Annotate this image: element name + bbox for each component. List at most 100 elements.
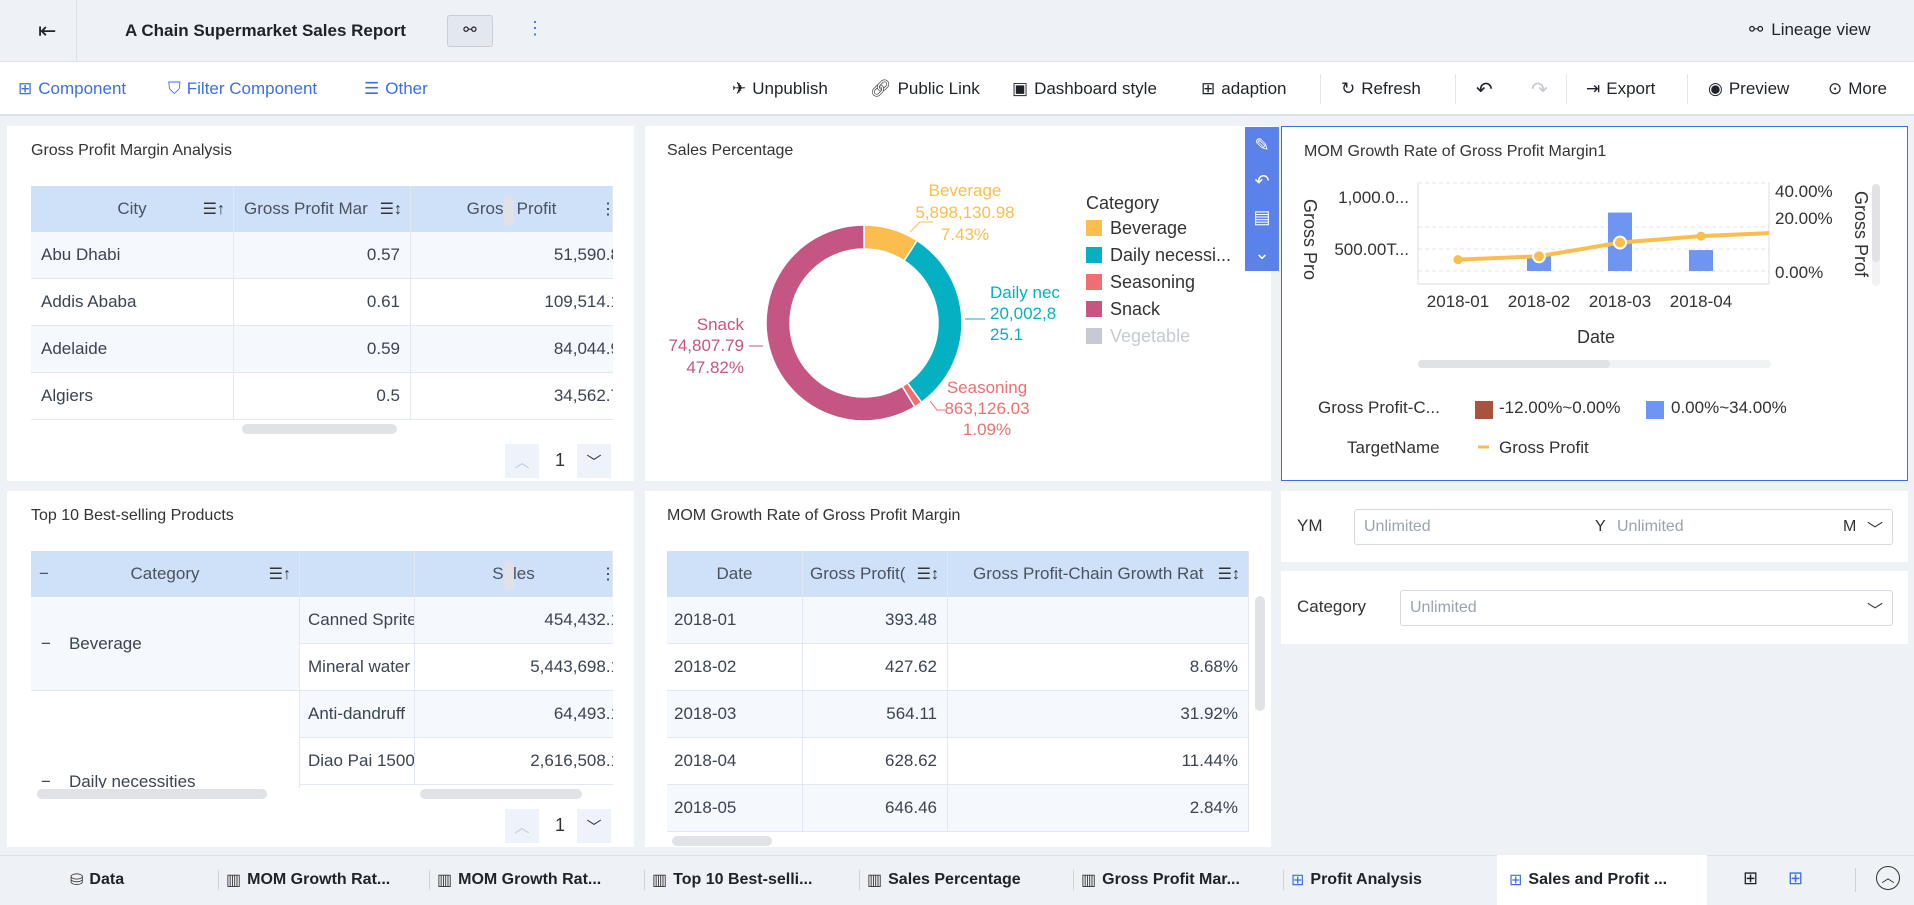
table-cell-growth-rate: 31.92% bbox=[948, 691, 1249, 738]
other-icon: ☰ bbox=[364, 79, 380, 98]
bottom-tab[interactable]: ▥ MOM Growth Rat... bbox=[226, 855, 390, 905]
comment-icon[interactable]: ▤ bbox=[1245, 199, 1279, 235]
legend-item[interactable]: Daily necessi... bbox=[1110, 245, 1231, 265]
legend-swatch[interactable] bbox=[1086, 220, 1102, 236]
sort-icon[interactable]: ⋮ bbox=[600, 564, 613, 584]
page-up-button[interactable]: ︿ bbox=[505, 809, 539, 843]
column-header-city[interactable]: City ☰↑ bbox=[31, 186, 234, 232]
table-cell-profit: 84,044.9 bbox=[411, 326, 613, 373]
component-button[interactable]: ⊞ Component bbox=[18, 62, 126, 116]
horizontal-scrollbar[interactable] bbox=[37, 789, 267, 799]
bottom-tab[interactable]: ⛁ Data bbox=[70, 855, 124, 905]
share-button[interactable]: ⚯ bbox=[447, 15, 493, 47]
ym-label: YM bbox=[1297, 516, 1323, 535]
page-down-button[interactable]: ﹀ bbox=[577, 809, 611, 843]
collapse-icon[interactable]: − bbox=[41, 772, 51, 788]
bottom-tab[interactable]: ▥ MOM Growth Rat... bbox=[437, 855, 601, 905]
chevron-down-icon[interactable]: ﹀ bbox=[1867, 597, 1883, 621]
legend-swatch[interactable] bbox=[1475, 401, 1493, 419]
bottom-tab[interactable]: ⊞ Profit Analysis bbox=[1291, 855, 1422, 905]
adaption-icon: ⊞ bbox=[1201, 79, 1216, 98]
column-header-category[interactable]: − Category ☰↑ bbox=[31, 551, 300, 597]
legend-item[interactable]: Vegetable bbox=[1110, 326, 1190, 346]
category-select[interactable]: Unlimited ﹀ bbox=[1400, 590, 1893, 626]
vertical-scrollbar[interactable] bbox=[1255, 596, 1265, 711]
add-dashboard-icon[interactable]: ⊞ bbox=[1788, 868, 1803, 889]
table-cell-date: 2018-03 bbox=[667, 691, 803, 738]
redo-icon[interactable]: ↷ bbox=[1531, 62, 1548, 116]
column-header-sales[interactable]: Sales⋮ bbox=[415, 551, 613, 597]
vertical-scrollbar[interactable] bbox=[504, 196, 514, 226]
ym-input[interactable]: Unlimited Y Unlimited M ﹀ bbox=[1354, 509, 1893, 545]
bottom-tab[interactable]: ▥ Sales Percentage bbox=[867, 855, 1021, 905]
sort-icon[interactable]: ☰↕ bbox=[1218, 564, 1240, 584]
table-cell-gross-profit: 646.46 bbox=[803, 785, 948, 832]
pie-label-value: 20,002,8 bbox=[990, 304, 1056, 323]
chart-icon: ▥ bbox=[652, 872, 668, 889]
table-cell-city: Algiers bbox=[31, 373, 234, 420]
column-header-gross-profit[interactable]: Gross Profit(☰↕ bbox=[803, 551, 948, 597]
collapse-icon[interactable]: − bbox=[39, 564, 49, 584]
unpublish-button[interactable]: ✈ Unpublish bbox=[732, 62, 828, 116]
horizontal-scrollbar[interactable] bbox=[420, 789, 582, 799]
legend-item[interactable]: 0.00%~34.00% bbox=[1671, 398, 1787, 417]
collapse-icon[interactable]: − bbox=[41, 634, 51, 654]
group-cell-daily-necessities: − Daily necessities bbox=[31, 691, 300, 788]
line-point-2018-04[interactable] bbox=[1696, 231, 1706, 241]
more-dots-icon[interactable]: ⋮ bbox=[526, 18, 544, 39]
link-icon: 🔗︎ bbox=[870, 79, 892, 98]
line-point-2018-01[interactable] bbox=[1453, 255, 1463, 265]
sort-asc-icon[interactable]: ☰↑ bbox=[269, 564, 291, 584]
bar-2018-04[interactable] bbox=[1689, 250, 1713, 271]
collapse-up-icon[interactable]: ︿ bbox=[1876, 866, 1900, 890]
legend-item[interactable]: Gross Profit bbox=[1499, 438, 1589, 457]
horizontal-scrollbar[interactable] bbox=[242, 424, 397, 434]
bottom-tab[interactable]: ▥ Gross Profit Mar... bbox=[1081, 855, 1240, 905]
column-header-growth-rate[interactable]: Gross Profit-Chain Growth Rat ☰↕ bbox=[948, 551, 1249, 597]
exit-icon[interactable]: ⇤ bbox=[38, 18, 56, 44]
table-cell-gross-profit: 393.48 bbox=[803, 597, 948, 644]
horizontal-scrollbar[interactable] bbox=[672, 836, 772, 846]
column-header-date[interactable]: Date bbox=[667, 551, 803, 597]
bottom-tab[interactable]: ⊞ Sales and Profit ... bbox=[1509, 855, 1667, 905]
public-link-button[interactable]: 🔗︎ Public Link bbox=[870, 62, 980, 116]
lineage-view-button[interactable]: ⚯ Lineage view bbox=[1749, 20, 1871, 40]
sort-icon[interactable]: ☰↕ bbox=[380, 199, 402, 219]
sort-icon[interactable]: ⋮ bbox=[600, 199, 613, 219]
adaption-button[interactable]: ⊞ adaption bbox=[1201, 62, 1286, 116]
legend-swatch[interactable] bbox=[1086, 274, 1102, 290]
dashboard-style-button[interactable]: ▣ Dashboard style bbox=[1012, 62, 1157, 116]
legend-item[interactable]: Snack bbox=[1110, 299, 1161, 319]
legend-swatch[interactable] bbox=[1646, 401, 1664, 419]
add-component-icon[interactable]: ⊞ bbox=[1743, 868, 1758, 889]
legend-swatch[interactable] bbox=[1086, 301, 1102, 317]
undo-icon[interactable]: ↶ bbox=[1245, 163, 1279, 199]
vertical-scrollbar[interactable] bbox=[504, 561, 514, 591]
legend-item[interactable]: Beverage bbox=[1110, 218, 1187, 238]
sort-icon[interactable]: ☰↕ bbox=[917, 564, 939, 584]
line-point-2018-02[interactable] bbox=[1532, 249, 1546, 264]
legend-swatch[interactable] bbox=[1086, 247, 1102, 263]
preview-button[interactable]: ◉ Preview bbox=[1708, 62, 1789, 116]
other-button[interactable]: ☰ Other bbox=[364, 62, 428, 116]
legend-swatch[interactable] bbox=[1086, 328, 1102, 344]
table-cell-margin: 0.61 bbox=[234, 279, 411, 326]
sort-asc-icon[interactable]: ☰↑ bbox=[203, 199, 225, 219]
category-filter-panel: Category Unlimited ﹀ bbox=[1281, 571, 1908, 644]
legend-item[interactable]: Seasoning bbox=[1110, 272, 1195, 292]
panel-title: Top 10 Best-selling Products bbox=[31, 507, 234, 524]
chevron-down-icon[interactable]: ﹀ bbox=[1867, 516, 1883, 540]
line-point-2018-03[interactable] bbox=[1613, 235, 1627, 250]
dropdown-circle-icon[interactable]: ⌄ bbox=[1245, 235, 1279, 271]
bottom-tab[interactable]: ▥ Top 10 Best-selli... bbox=[652, 855, 812, 905]
column-header-gross-profit-margin[interactable]: Gross Profit Mar ☰↕ bbox=[234, 186, 411, 232]
page-down-button[interactable]: ﹀ bbox=[577, 444, 611, 478]
filter-component-button[interactable]: ⛉ Filter Component bbox=[168, 62, 317, 116]
refresh-button[interactable]: ↻ Refresh bbox=[1341, 62, 1421, 116]
undo-icon[interactable]: ↶ bbox=[1476, 62, 1493, 116]
export-button[interactable]: ⇥ Export bbox=[1586, 62, 1655, 116]
page-up-button[interactable]: ︿ bbox=[505, 444, 539, 478]
legend-item[interactable]: -12.00%~0.00% bbox=[1499, 398, 1620, 417]
edit-icon[interactable]: ✎ bbox=[1245, 127, 1279, 163]
more-button[interactable]: ⊙ More bbox=[1828, 62, 1887, 116]
